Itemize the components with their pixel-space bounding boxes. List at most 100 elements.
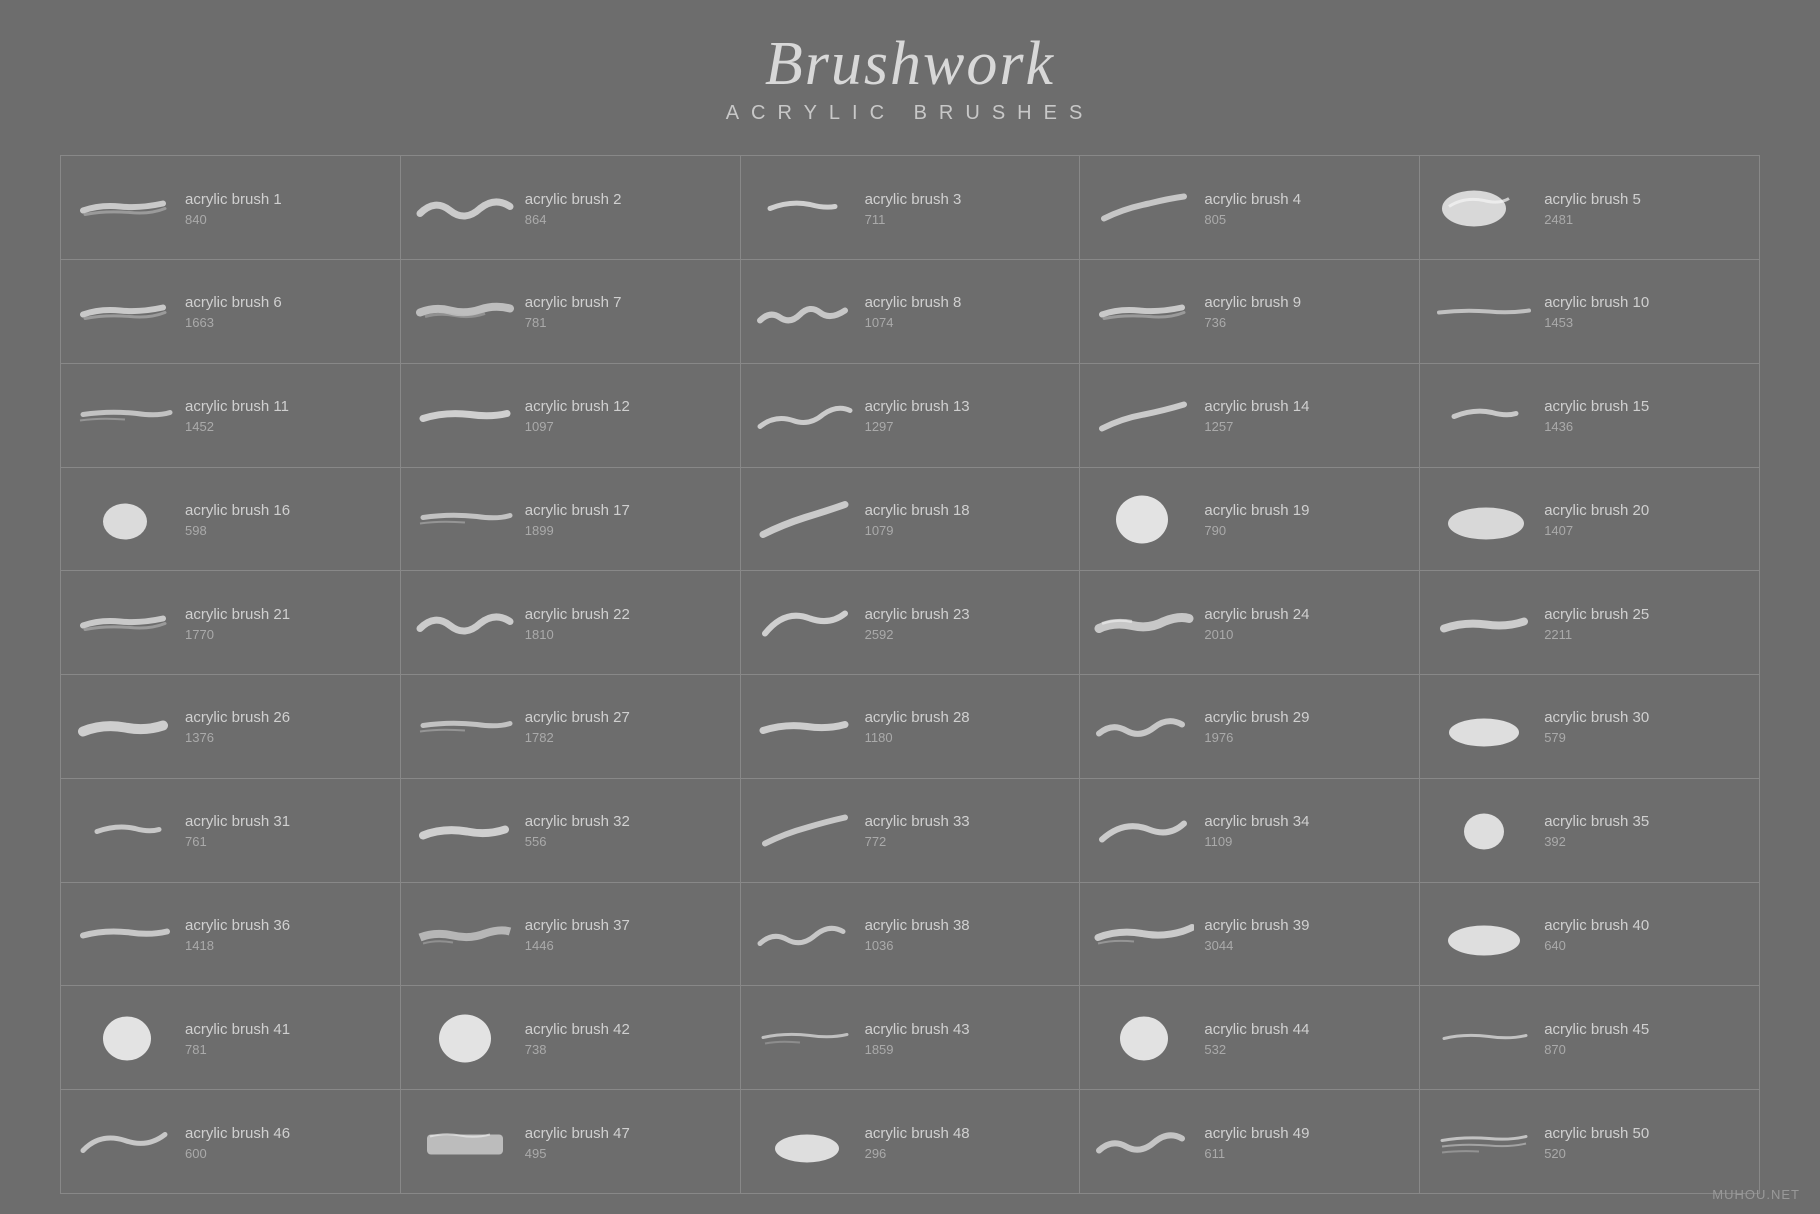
- brush-cell-23: acrylic brush 232592: [741, 571, 1081, 675]
- brush-name-10: acrylic brush 10: [1544, 294, 1649, 311]
- brush-cell-13: acrylic brush 131297: [741, 364, 1081, 468]
- brush-count-34: 1109: [1204, 834, 1309, 849]
- brush-count-18: 1079: [865, 523, 970, 538]
- brush-preview-2: [415, 176, 515, 241]
- brush-info-27: acrylic brush 271782: [525, 709, 630, 745]
- brush-preview-42: [415, 1006, 515, 1071]
- brush-name-20: acrylic brush 20: [1544, 502, 1649, 519]
- brush-cell-36: acrylic brush 361418: [61, 883, 401, 987]
- brush-info-9: acrylic brush 9 736: [1204, 294, 1301, 330]
- brush-count-6: 1663: [185, 315, 282, 330]
- brush-name-39: acrylic brush 39: [1204, 917, 1309, 934]
- brush-preview-21: [75, 591, 175, 656]
- brush-name-22: acrylic brush 22: [525, 606, 630, 623]
- brush-name-49: acrylic brush 49: [1204, 1125, 1309, 1142]
- brush-name-12: acrylic brush 12: [525, 398, 630, 415]
- brush-count-13: 1297: [865, 419, 970, 434]
- brush-name-26: acrylic brush 26: [185, 709, 290, 726]
- brush-count-9: 736: [1204, 315, 1301, 330]
- brush-info-38: acrylic brush 381036: [865, 917, 970, 953]
- brush-preview-11: [75, 384, 175, 449]
- brush-cell-27: acrylic brush 271782: [401, 675, 741, 779]
- brush-info-2: acrylic brush 2864: [525, 191, 622, 227]
- brush-preview-26: [75, 695, 175, 760]
- brush-cell-39: acrylic brush 39 3044: [1080, 883, 1420, 987]
- brush-preview-12: [415, 384, 515, 449]
- brush-preview-28: [755, 695, 855, 760]
- brush-preview-47: [415, 1110, 515, 1175]
- brush-preview-10: [1434, 280, 1534, 345]
- brush-name-47: acrylic brush 47: [525, 1125, 630, 1142]
- brush-info-10: acrylic brush 101453: [1544, 294, 1649, 330]
- brush-count-39: 3044: [1204, 938, 1309, 953]
- header: Brushwork ACRYLIC BRUSHES: [726, 30, 1095, 125]
- brush-cell-21: acrylic brush 211770: [61, 571, 401, 675]
- brush-count-7: 781: [525, 315, 622, 330]
- brush-count-26: 1376: [185, 730, 290, 745]
- brush-preview-20: [1434, 487, 1534, 552]
- brush-count-15: 1436: [1544, 419, 1649, 434]
- brush-info-23: acrylic brush 232592: [865, 606, 970, 642]
- brush-info-39: acrylic brush 39 3044: [1204, 917, 1309, 953]
- brush-cell-46: acrylic brush 46600: [61, 1090, 401, 1194]
- brush-cell-9: acrylic brush 9 736: [1080, 260, 1420, 364]
- brush-info-35: acrylic brush 35392: [1544, 813, 1649, 849]
- brush-info-29: acrylic brush 291976: [1204, 709, 1309, 745]
- brush-name-29: acrylic brush 29: [1204, 709, 1309, 726]
- brush-preview-5: [1434, 176, 1534, 241]
- brush-name-34: acrylic brush 34: [1204, 813, 1309, 830]
- brush-name-40: acrylic brush 40: [1544, 917, 1649, 934]
- brush-info-44: acrylic brush 44532: [1204, 1021, 1309, 1057]
- brush-info-43: acrylic brush 431859: [865, 1021, 970, 1057]
- brush-cell-40: acrylic brush 40 640: [1420, 883, 1760, 987]
- brush-info-20: acrylic brush 201407: [1544, 502, 1649, 538]
- brush-name-9: acrylic brush 9: [1204, 294, 1301, 311]
- brush-preview-8: [755, 280, 855, 345]
- brush-name-17: acrylic brush 17: [525, 502, 630, 519]
- brush-info-47: acrylic brush 47495: [525, 1125, 630, 1161]
- brush-preview-31: [75, 799, 175, 864]
- brush-name-6: acrylic brush 6: [185, 294, 282, 311]
- brush-info-30: acrylic brush 30579: [1544, 709, 1649, 745]
- brush-preview-4: [1094, 176, 1194, 241]
- brush-count-50: 520: [1544, 1146, 1649, 1161]
- brush-count-33: 772: [865, 834, 970, 849]
- brush-info-17: acrylic brush 171899: [525, 502, 630, 538]
- main-container: Brushwork ACRYLIC BRUSHES acrylic brush …: [0, 0, 1820, 1214]
- brush-count-35: 392: [1544, 834, 1649, 849]
- brush-preview-29: [1094, 695, 1194, 760]
- brush-count-32: 556: [525, 834, 630, 849]
- brush-preview-17: [415, 487, 515, 552]
- brush-count-2: 864: [525, 212, 622, 227]
- brush-cell-22: acrylic brush 221810: [401, 571, 741, 675]
- brush-preview-46: [75, 1110, 175, 1175]
- brush-count-46: 600: [185, 1146, 290, 1161]
- brush-cell-29: acrylic brush 291976: [1080, 675, 1420, 779]
- brush-preview-44: [1094, 1006, 1194, 1071]
- brush-name-1: acrylic brush 1: [185, 191, 282, 208]
- brush-count-40: 640: [1544, 938, 1649, 953]
- brush-count-44: 532: [1204, 1042, 1309, 1057]
- brush-preview-7: [415, 280, 515, 345]
- brush-count-28: 1180: [865, 730, 970, 745]
- brush-info-7: acrylic brush 7 781: [525, 294, 622, 330]
- brush-name-15: acrylic brush 15: [1544, 398, 1649, 415]
- brush-cell-48: acrylic brush 48296: [741, 1090, 1081, 1194]
- brush-cell-10: acrylic brush 101453: [1420, 260, 1760, 364]
- brush-cell-8: acrylic brush 81074: [741, 260, 1081, 364]
- brush-cell-35: acrylic brush 35392: [1420, 779, 1760, 883]
- brush-info-6: acrylic brush 6 1663: [185, 294, 282, 330]
- brush-cell-14: acrylic brush 141257: [1080, 364, 1420, 468]
- brush-info-45: acrylic brush 45870: [1544, 1021, 1649, 1057]
- brush-name-42: acrylic brush 42: [525, 1021, 630, 1038]
- brush-info-41: acrylic brush 41781: [185, 1021, 290, 1057]
- brush-count-21: 1770: [185, 627, 290, 642]
- brush-info-40: acrylic brush 40 640: [1544, 917, 1649, 953]
- brush-info-3: acrylic brush 3711: [865, 191, 962, 227]
- brush-preview-19: [1094, 487, 1194, 552]
- brush-name-24: acrylic brush 24: [1204, 606, 1309, 623]
- brush-preview-50: [1434, 1110, 1534, 1175]
- brush-name-48: acrylic brush 48: [865, 1125, 970, 1142]
- brush-info-8: acrylic brush 81074: [865, 294, 962, 330]
- brush-name-7: acrylic brush 7: [525, 294, 622, 311]
